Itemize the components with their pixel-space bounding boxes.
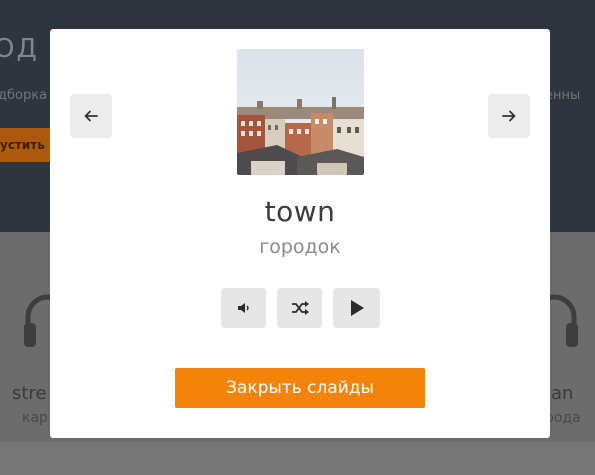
card-title: stre [12,383,47,404]
track-title: town [264,195,336,228]
close-slides-button[interactable]: Закрыть слайды [175,368,425,408]
card-subtitle: кар [22,410,48,426]
volume-button[interactable] [221,288,266,328]
track-subtitle: городок [259,236,341,258]
slides-modal: town городок Закрыть слайды [50,29,550,438]
hero-title: ОД [0,34,39,64]
arrow-right-icon [502,110,516,122]
hero-subtitle-right: енны [545,88,581,103]
footer-strip [0,442,595,475]
card-title: lan [546,383,574,404]
hero-subtitle-left: дборка [0,88,48,103]
shuffle-button[interactable] [277,288,322,328]
shuffle-icon [291,301,309,315]
play-icon [350,300,364,316]
next-slide-button[interactable] [488,94,530,138]
play-button[interactable] [333,288,380,328]
card-subtitle: рода [545,410,581,426]
album-cover-image [237,49,364,175]
volume-icon [237,303,249,313]
arrow-left-icon [84,110,98,122]
hero-start-button[interactable]: устить [0,128,56,162]
previous-slide-button[interactable] [70,94,112,138]
